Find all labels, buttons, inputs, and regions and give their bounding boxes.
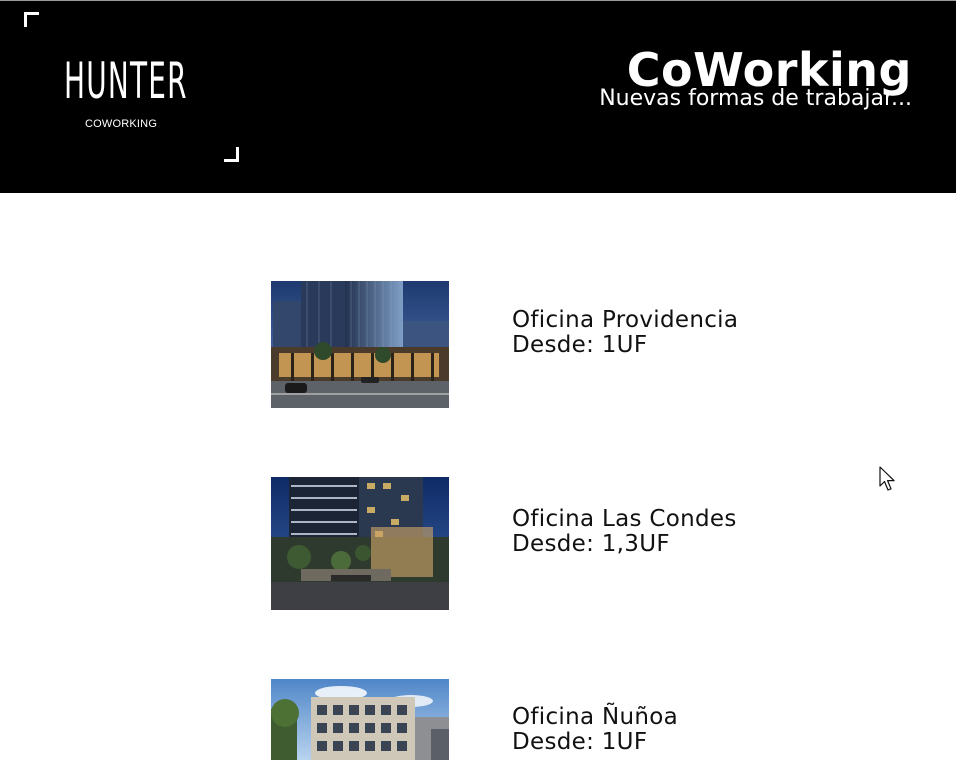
office-name[interactable]: Oficina Ñuñoa: [512, 705, 742, 730]
office-price: Desde: 1,3UF: [512, 531, 670, 557]
office-info: Oficina Las Condes Desde: 1,3UF: [512, 507, 742, 557]
building-photo-providencia[interactable]: [271, 281, 449, 408]
office-name[interactable]: Oficina Las Condes: [512, 507, 742, 532]
logo-subtitle: COWORKING: [85, 118, 158, 130]
office-price: Desde: 1UF: [512, 332, 648, 358]
logo-corner-top-left: [24, 12, 39, 27]
building-photo-nunoa[interactable]: [271, 679, 449, 760]
site-header: HUNTER COWORKING CoWorking Nuevas formas…: [0, 0, 956, 193]
office-price: Desde: 1UF: [512, 729, 648, 755]
hunter-logo[interactable]: HUNTER COWORKING: [22, 12, 240, 162]
office-name[interactable]: Oficina Providencia: [512, 308, 742, 333]
arrow-cursor-icon: [879, 466, 897, 492]
logo-title: HUNTER: [64, 52, 188, 110]
logo-corner-bottom-right: [224, 147, 239, 162]
building-photo-las-condes[interactable]: [271, 477, 449, 610]
header-subtitle: Nuevas formas de trabajar...: [599, 86, 912, 111]
office-info: Oficina Providencia Desde: 1UF: [512, 308, 742, 358]
office-info: Oficina Ñuñoa Desde: 1UF: [512, 705, 742, 755]
header-top-border: [0, 0, 956, 1]
header-tagline: CoWorking Nuevas formas de trabajar...: [599, 42, 912, 111]
